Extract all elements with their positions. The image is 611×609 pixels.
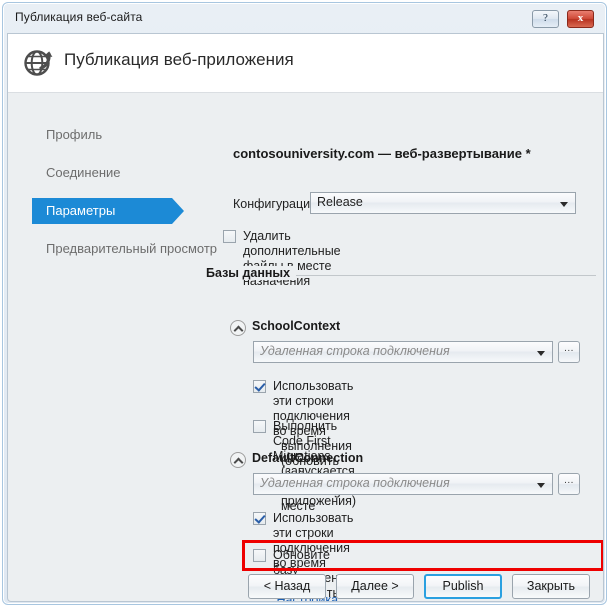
question-mark-icon: ? <box>543 12 548 24</box>
dialog-footer: < Назад Далее > Publish Закрыть <box>8 564 603 601</box>
sidebar-item-connection[interactable]: Соединение <box>32 160 121 186</box>
sidebar-item-label: Профиль <box>46 127 103 142</box>
chevron-down-icon <box>560 202 568 207</box>
close-window-button[interactable]: x <box>567 10 594 28</box>
globe-publish-icon <box>22 45 56 79</box>
help-button[interactable]: ? <box>532 10 559 28</box>
chevron-up-icon <box>230 452 246 468</box>
dialog-client-area: Публикация веб-приложения Профиль Соедин… <box>7 33 604 602</box>
ellipsis-icon: ... <box>564 475 574 486</box>
browse-button-schoolcontext[interactable]: ... <box>558 341 580 363</box>
connection-string-placeholder: Удаленная строка подключения <box>260 476 450 490</box>
close-button[interactable]: Закрыть <box>512 574 590 599</box>
connection-string-input-schoolcontext[interactable]: Удаленная строка подключения <box>253 341 553 363</box>
ellipsis-icon: ... <box>564 343 574 354</box>
publish-button[interactable]: Publish <box>424 574 502 599</box>
checkbox-box <box>253 380 266 393</box>
page-title: Публикация веб-приложения <box>64 50 294 69</box>
database-entry-name: DefaultConnection <box>252 451 364 465</box>
publish-web-dialog: Публикация веб-сайта ? x Публикация веб-… <box>2 2 607 605</box>
checkbox-box <box>253 549 266 562</box>
sidebar-item-label: Соединение <box>46 165 121 180</box>
profile-title: contosouniversity.com — веб-развертывани… <box>233 146 531 161</box>
chevron-down-icon <box>537 483 545 488</box>
wizard-step-sidebar: Профиль Соединение Параметры Предварител… <box>8 94 217 564</box>
configuration-value: Release <box>317 195 363 209</box>
window-title: Публикация веб-сайта <box>15 10 143 24</box>
database-entry-name: SchoolContext <box>252 319 341 333</box>
sidebar-item-preview[interactable]: Предварительный просмотр <box>32 236 217 262</box>
connection-string-input-defaultconnection[interactable]: Удаленная строка подключения <box>253 473 553 495</box>
close-icon: x <box>577 12 584 24</box>
checkbox-label: Удалить дополнительные файлы в месте наз… <box>243 229 341 288</box>
checkbox-box <box>253 512 266 525</box>
dialog-header: Публикация веб-приложения <box>8 34 603 93</box>
connection-string-placeholder: Удаленная строка подключения <box>260 344 450 358</box>
checkbox-box <box>223 230 236 243</box>
sidebar-item-label: Предварительный просмотр <box>46 241 218 256</box>
checkbox-box <box>253 420 266 433</box>
next-button[interactable]: Далее > <box>336 574 414 599</box>
sidebar-item-settings[interactable]: Параметры <box>32 198 184 224</box>
back-button[interactable]: < Назад <box>248 574 326 599</box>
configuration-label: Конфигурация: <box>233 197 321 211</box>
title-bar: Публикация веб-сайта ? x <box>3 3 606 33</box>
databases-group-label: Базы данных <box>206 266 297 280</box>
configuration-select[interactable]: Release <box>310 192 576 214</box>
browse-button-defaultconnection[interactable]: ... <box>558 473 580 495</box>
sidebar-item-label: Параметры <box>46 203 116 218</box>
sidebar-item-profile[interactable]: Профиль <box>32 122 102 148</box>
settings-pane: contosouniversity.com — веб-развертывани… <box>198 94 603 601</box>
chevron-up-icon <box>230 320 246 336</box>
chevron-down-icon <box>537 351 545 356</box>
